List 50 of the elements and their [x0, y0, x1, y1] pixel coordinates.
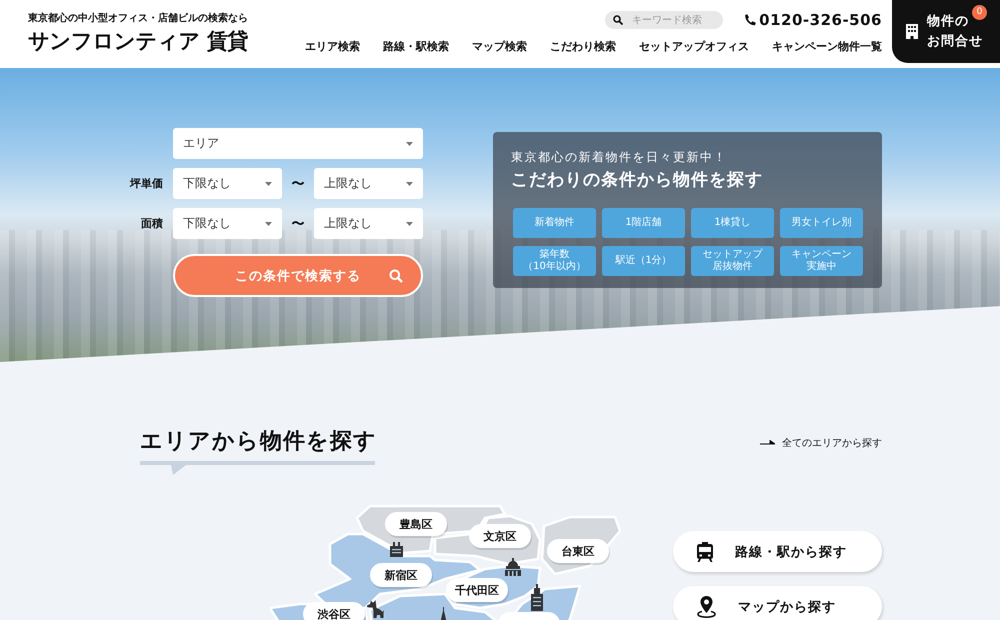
caret-icon [406, 142, 413, 146]
nav-link[interactable]: エリア検索 [305, 40, 360, 54]
ward-label[interactable]: 文京区 [469, 524, 531, 548]
field-label: 坪単価 [130, 176, 164, 191]
field-label: 面積 [141, 216, 164, 231]
dog-icon [367, 599, 384, 618]
nav-link[interactable]: マップ検索 [472, 40, 527, 54]
nav-link[interactable]: こだわり検索 [550, 40, 616, 54]
ward-label[interactable]: 豊島区 [385, 512, 447, 536]
ward-label[interactable]: 千代田区 [446, 578, 508, 602]
min-select[interactable]: 下限なし [173, 208, 282, 239]
nav-link[interactable]: セットアップオフィス [639, 40, 749, 54]
map-pin-icon [697, 596, 716, 618]
ward-label[interactable]: 新宿区 [370, 563, 432, 587]
tower-building-icon [530, 584, 544, 611]
min-select[interactable]: 下限なし [173, 168, 282, 199]
site-tagline: 東京都心の中小型オフィス・店舗ビルの検索なら [28, 13, 248, 25]
nav-link[interactable]: 路線・駅検索 [383, 40, 449, 54]
caret-icon [265, 222, 272, 226]
nav-link[interactable]: キャンペーン物件一覧 [772, 40, 882, 54]
search-icon [389, 269, 403, 283]
phone-number: 0120-326-506 [759, 11, 882, 29]
ward-label[interactable]: 台東区 [547, 539, 609, 563]
arrow-icon [760, 440, 775, 446]
building-icon [390, 542, 403, 557]
max-select[interactable]: 上限なし [314, 208, 423, 239]
site-logo[interactable]: サンフロンティア 賃貸 [28, 28, 248, 54]
caret-icon [406, 222, 413, 226]
caret-icon [406, 182, 413, 186]
range-separator: 〜 [292, 176, 304, 192]
count-badge: 0 [972, 5, 987, 20]
section-title: エリアから物件を探す [140, 428, 377, 456]
all-areas-link[interactable]: 全てのエリアから探す [760, 436, 882, 450]
panel-title: こだわりの条件から物件を探す [511, 169, 764, 192]
max-select[interactable]: 上限なし [314, 168, 423, 199]
caret-icon [265, 182, 272, 186]
contact-button[interactable]: 物件の お問合せ 0 [892, 0, 1000, 63]
tower-icon [440, 607, 447, 620]
search-by-button[interactable]: 路線・駅から探す [673, 531, 882, 572]
domed-building-icon [505, 558, 521, 576]
search-by-button[interactable]: マップから探す [673, 586, 882, 620]
ward-label[interactable]: 渋谷区 [303, 602, 365, 620]
range-separator: 〜 [292, 216, 304, 232]
panel-subtitle: 東京都心の新着物件を日々更新中！ [511, 149, 728, 165]
search-icon [613, 15, 624, 25]
search-field[interactable]: キーワード検索 [605, 11, 724, 29]
train-icon [697, 542, 713, 562]
area-select[interactable]: エリア [173, 128, 423, 159]
phone-icon [745, 14, 756, 26]
building-icon [906, 24, 918, 39]
